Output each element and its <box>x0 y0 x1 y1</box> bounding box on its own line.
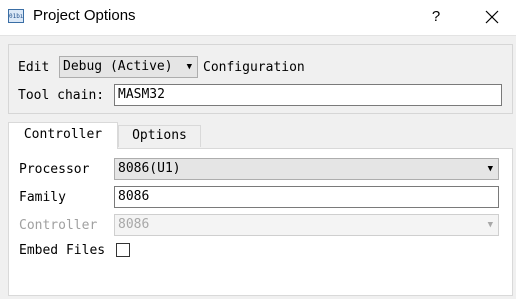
controller-dropdown: 8086 ▼ <box>114 214 499 236</box>
processor-value: 8086(U1) <box>118 161 181 176</box>
processor-label: Processor <box>19 162 90 177</box>
family-field[interactable]: 8086 <box>114 186 499 208</box>
controller-label: Controller <box>19 218 98 233</box>
family-label: Family <box>19 190 66 205</box>
embed-files-label: Embed Files <box>19 243 106 258</box>
embed-files-checkbox[interactable] <box>116 243 130 257</box>
family-value: 8086 <box>118 189 150 204</box>
controller-panel-content: Processor 8086(U1) ▼ Family 8086 Control… <box>0 0 505 258</box>
dropdown-arrow-icon: ▼ <box>487 220 493 230</box>
processor-dropdown[interactable]: 8086(U1) ▼ <box>114 158 499 180</box>
controller-value: 8086 <box>118 217 150 232</box>
dropdown-arrow-icon: ▼ <box>487 164 493 174</box>
